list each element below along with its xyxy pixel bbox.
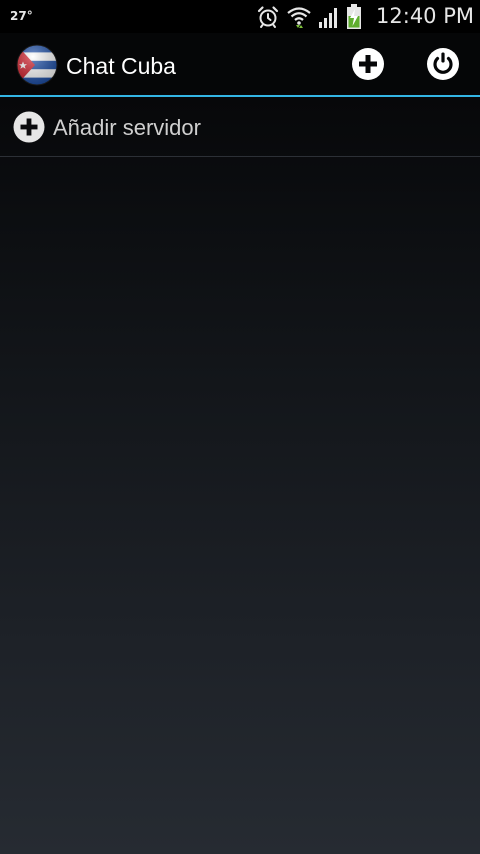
status-bar: 27° 12:40 PM (0, 0, 480, 33)
power-icon (427, 48, 459, 80)
add-server-label: Añadir servidor (53, 115, 201, 140)
alarm-icon (256, 5, 280, 29)
add-button[interactable] (351, 47, 385, 81)
status-temperature: 27° (10, 9, 33, 23)
add-server-item[interactable]: Añadir servidor (0, 97, 480, 156)
wifi-icon (286, 5, 312, 29)
action-bar: Chat Cuba (0, 33, 480, 95)
add-circle-icon (352, 48, 384, 80)
battery-charging-icon (346, 4, 362, 30)
status-icons (256, 4, 362, 30)
cuba-flag-icon[interactable] (16, 44, 58, 86)
add-circle-icon (13, 111, 45, 143)
list-divider (0, 156, 480, 157)
status-time: 12:40 PM (376, 4, 474, 28)
signal-icon (318, 5, 340, 29)
server-list: Añadir servidor (0, 97, 480, 854)
power-button[interactable] (426, 47, 460, 81)
app-title: Chat Cuba (66, 53, 176, 79)
